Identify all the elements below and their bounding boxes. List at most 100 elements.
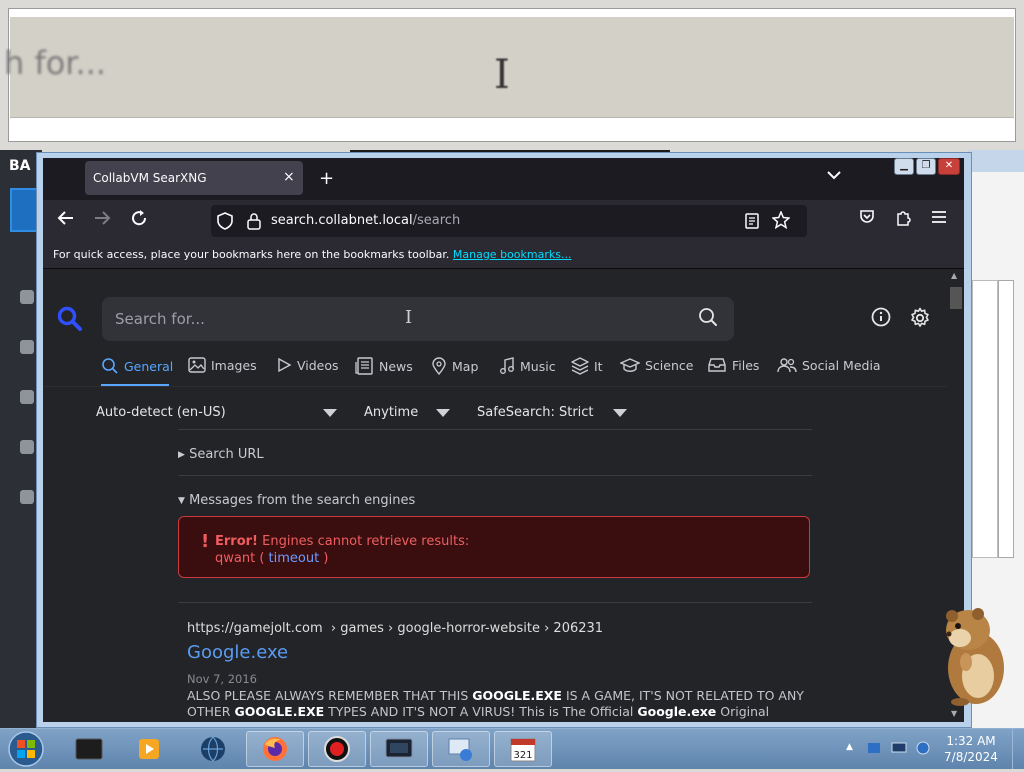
search-url-toggle[interactable]: ▶ Search URL (178, 447, 264, 462)
show-hidden-icons-arrow-icon[interactable]: ▲ (846, 742, 853, 752)
clock-time: 1:32 AM (946, 734, 996, 748)
menu-hamburger-icon[interactable] (931, 209, 947, 229)
tab-map[interactable]: Map (431, 357, 478, 375)
triangle-down-icon: ▼ (178, 496, 185, 506)
error-description: Engines cannot retrieve results: (262, 534, 470, 549)
taskbar-record-icon[interactable] (308, 731, 366, 767)
bookmarks-toolbar: For quick access, place your bookmarks h… (43, 242, 964, 269)
scrollbar-thumb[interactable] (950, 287, 962, 309)
pocket-icon[interactable] (859, 209, 875, 230)
info-icon[interactable] (871, 307, 891, 331)
language-select[interactable]: Auto-detect (en-US) (96, 405, 226, 420)
safesearch-select[interactable]: SafeSearch: Strict (477, 405, 594, 420)
reader-view-icon[interactable] (745, 213, 759, 233)
scroll-up-arrow-icon[interactable]: ▲ (951, 271, 957, 280)
engine-messages-toggle[interactable]: ▼ Messages from the search engines (178, 493, 415, 508)
background-search-panel (8, 8, 1016, 142)
safesearch-chevron-down-icon[interactable] (613, 409, 627, 417)
tab-news[interactable]: News (355, 357, 413, 375)
search-box[interactable] (102, 297, 734, 341)
taskbar-firefox-icon[interactable] (246, 731, 304, 767)
music-note-icon (500, 357, 514, 374)
background-window-scrollbar (998, 280, 1014, 558)
error-timeout-link[interactable]: timeout (269, 551, 320, 566)
svg-text:321: 321 (513, 750, 532, 761)
reload-button[interactable] (130, 209, 148, 232)
tab-news-label: News (379, 358, 413, 374)
url-bar[interactable]: search.collabnet.local/search (211, 205, 807, 237)
time-range-chevron-down-icon[interactable] (436, 409, 450, 417)
taskbar-app-terminal-icon[interactable] (60, 731, 118, 767)
taskbar-globe-icon[interactable] (184, 731, 242, 767)
result-url-path: › games › google-horror-website › 206231 (330, 621, 604, 636)
tab-title: CollabVM SearXNG (93, 171, 207, 185)
window-controls: ▁ ❐ ✕ (894, 158, 960, 175)
tab-music[interactable]: Music (499, 357, 556, 375)
search-input[interactable] (115, 308, 675, 330)
people-icon (777, 358, 797, 373)
error-engine: qwant (215, 551, 256, 566)
start-button[interactable] (6, 730, 46, 772)
firefox-content: CollabVM SearXNG × + search.collabnet.lo… (43, 158, 964, 722)
search-url-label: Search URL (189, 447, 264, 462)
snippet-text: Original (716, 704, 770, 719)
searxng-logo-icon[interactable] (57, 306, 83, 336)
bookmarks-hint: For quick access, place your bookmarks h… (53, 248, 571, 261)
tray-device-icon[interactable] (866, 740, 882, 760)
error-paren-open: ( (259, 551, 265, 566)
tab-images[interactable]: Images (188, 357, 257, 373)
close-button[interactable]: ✕ (938, 158, 960, 175)
tab-files[interactable]: Files (707, 357, 759, 373)
system-clock[interactable]: 1:32 AM 7/8/2024 (936, 733, 1006, 765)
taskbar: 321 ▲ 1:32 AM 7/8/2024 (0, 728, 1024, 769)
lock-icon[interactable] (247, 212, 261, 234)
tray-network-icon[interactable] (915, 740, 931, 760)
tab-science[interactable]: Science (620, 357, 693, 373)
tray-display-icon[interactable] (891, 740, 907, 760)
tab-videos[interactable]: Videos (276, 357, 339, 373)
gear-icon[interactable] (909, 307, 931, 333)
taskbar-monitor-icon[interactable] (370, 731, 428, 767)
search-result: https://gamejolt.com › games › google-ho… (187, 621, 807, 720)
result-url[interactable]: https://gamejolt.com › games › google-ho… (187, 621, 807, 636)
extensions-icon[interactable] (895, 209, 912, 231)
result-title-link[interactable]: Google.exe (187, 642, 807, 663)
shield-icon[interactable] (217, 212, 233, 234)
hamster-mascot[interactable] (938, 604, 1010, 712)
maximize-button[interactable]: ❐ (916, 158, 936, 175)
graduation-cap-icon (620, 358, 640, 372)
manage-bookmarks-link[interactable]: Manage bookmarks... (453, 248, 572, 261)
tab-bar: CollabVM SearXNG × + (43, 158, 964, 200)
language-chevron-down-icon[interactable] (323, 409, 337, 417)
tab-general[interactable]: General (101, 357, 173, 375)
tab-social-media[interactable]: Social Media (777, 357, 881, 373)
new-tab-button[interactable]: + (319, 168, 334, 189)
time-range-select[interactable]: Anytime (364, 405, 418, 420)
url-text[interactable]: search.collabnet.local/search (271, 213, 460, 228)
background-app-icon (20, 440, 34, 454)
forward-button[interactable] (93, 209, 111, 232)
browser-tab[interactable]: CollabVM SearXNG × (85, 161, 303, 195)
play-icon (278, 357, 292, 373)
tab-it[interactable]: It (571, 357, 603, 375)
snippet-text: TYPES AND IT'S NOT A VIRUS! This is The … (324, 704, 638, 719)
tab-close-icon[interactable]: × (283, 169, 295, 185)
category-divider (43, 386, 947, 387)
taskbar-network-icon[interactable] (432, 731, 490, 767)
background-text-cursor-icon: I (494, 52, 510, 98)
list-all-tabs-chevron-icon[interactable] (827, 168, 841, 184)
url-path: /search (412, 213, 461, 228)
background-window-panel (972, 280, 998, 558)
show-desktop-button[interactable] (1012, 729, 1024, 769)
taskbar-media-player-icon[interactable] (120, 731, 178, 767)
tab-science-label: Science (645, 357, 694, 373)
background-search-text: h for... (4, 44, 107, 82)
taskbar-calendar-icon[interactable]: 321 (494, 731, 552, 767)
back-button[interactable] (57, 209, 75, 232)
search-icon[interactable] (698, 307, 718, 331)
bookmark-star-icon[interactable] (771, 210, 791, 233)
snippet-highlight: GOOGLE.EXE (472, 688, 562, 703)
snippet-highlight: GOOGLE.EXE (234, 704, 325, 719)
background-window-titlebar (968, 150, 1024, 172)
minimize-button[interactable]: ▁ (894, 158, 914, 175)
